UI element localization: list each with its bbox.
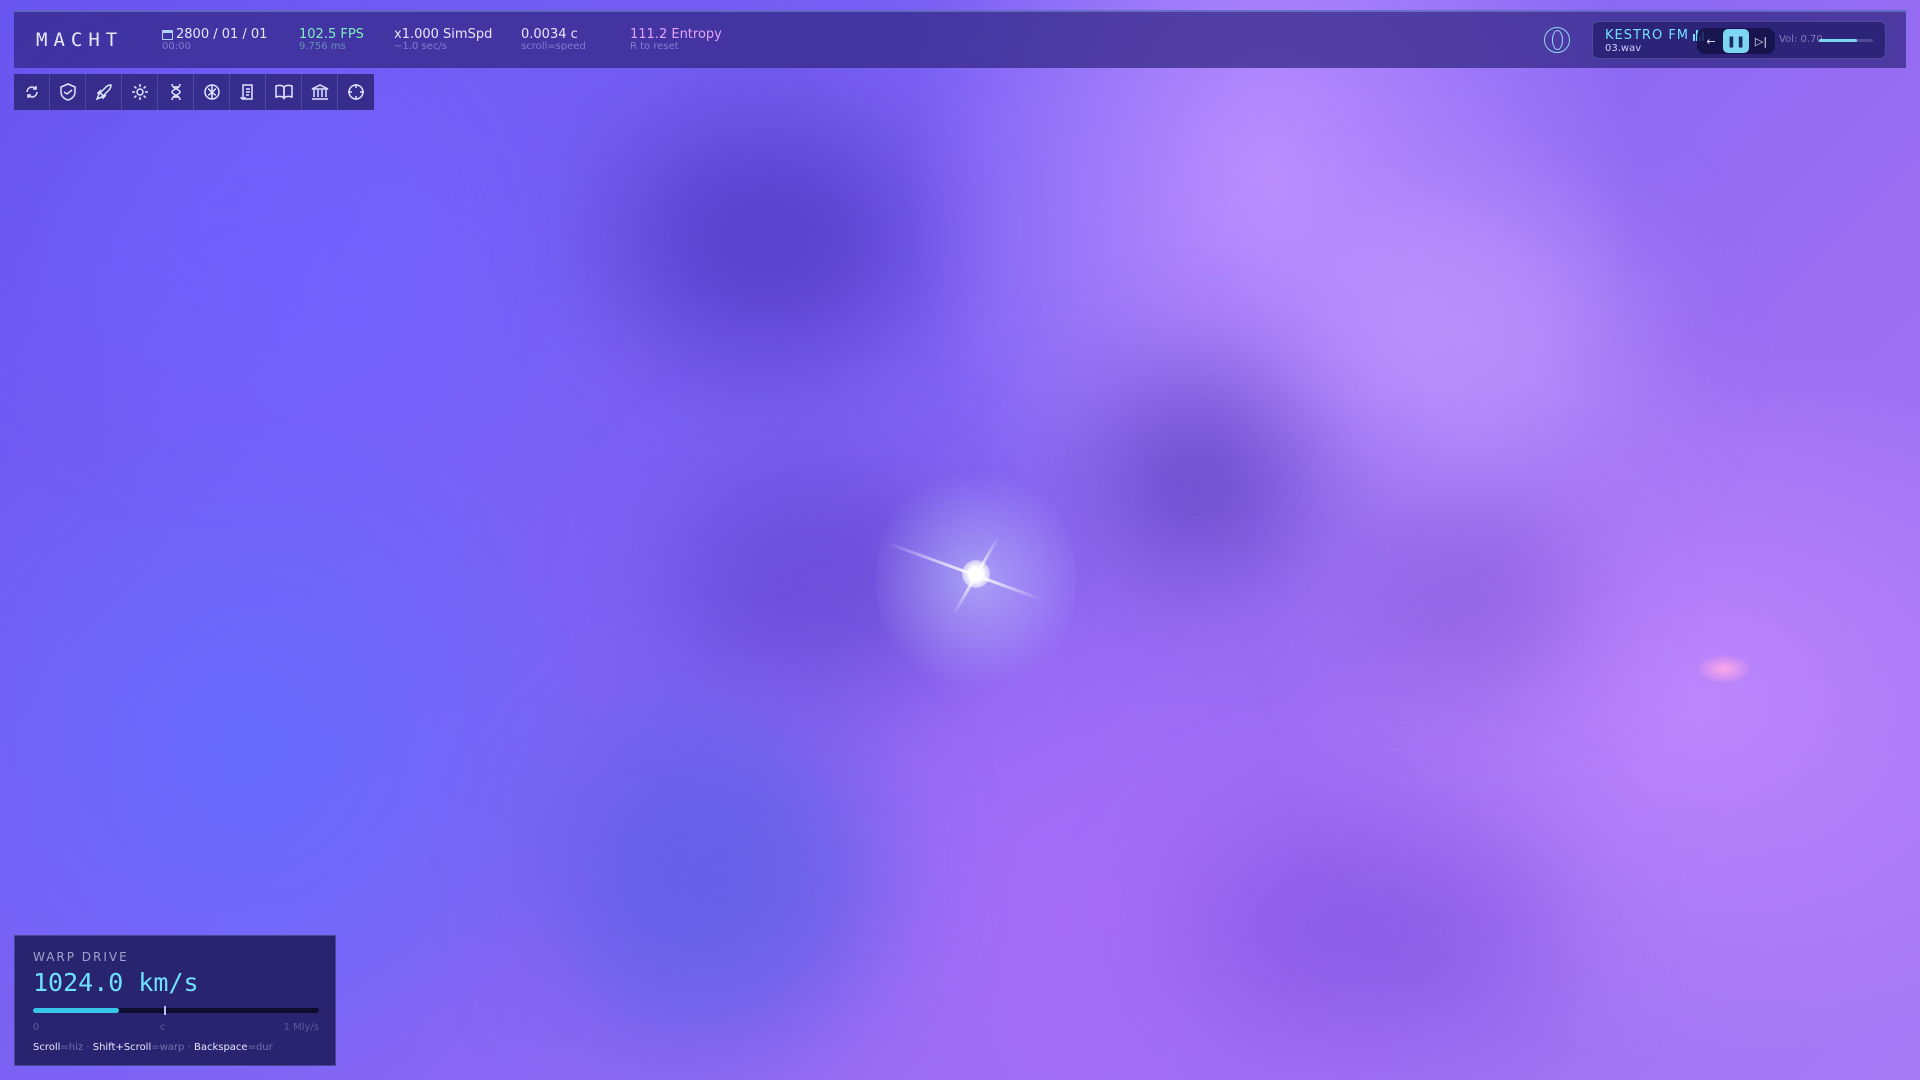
gear-icon[interactable] [122,74,158,110]
warp-speed-value: 1024.0 km/s [33,968,199,997]
velocity-stat: 0.0034 c scroll=speed [521,28,630,52]
date-stat: 2800 / 01 / 01 00:00 [162,28,299,52]
help-desc: =dur [247,1042,273,1053]
help-key: Shift+Scroll [92,1042,152,1053]
prev-icon[interactable]: ← [1701,31,1721,51]
warp-drive-panel: WARP DRIVE 1024.0 km/s 0 c 1 Mly/s Scrol… [14,935,336,1066]
ship-icon[interactable] [86,74,122,110]
warp-title: WARP DRIVE [33,950,129,964]
radio-station: KESTRO FM [1605,28,1690,43]
government-building-icon[interactable] [302,74,338,110]
nebula-cloud [40,100,420,400]
volume-slider[interactable] [1819,39,1873,42]
crosshair-icon[interactable] [338,74,374,110]
entropy-stat: 111.2 Entropy R to reset [630,28,750,52]
warp-speed-slider[interactable] [33,1006,319,1015]
handshake-shield-icon[interactable] [50,74,86,110]
sim-speed-value: x1.000 SimSpd [394,26,493,42]
pause-icon[interactable]: ❚❚ [1723,29,1749,53]
frame-time-value: 9.756 ms [299,40,346,52]
sim-speed-stat: x1.000 SimSpd ~1.0 sec/s [394,28,521,52]
radio-track: 03.wav [1605,43,1642,54]
skip-next-icon[interactable]: ▷| [1751,31,1771,51]
velocity-value: 0.0034 c [521,26,578,42]
warp-scale-min: 0 [33,1022,40,1033]
distant-galaxy[interactable] [1698,655,1750,683]
time-value: 00:00 [162,40,191,52]
help-key: Backspace [193,1042,248,1053]
calendar-icon [162,29,173,40]
sim-speed-sub: ~1.0 sec/s [394,40,447,52]
entropy-value: 111.2 Entropy [630,26,722,42]
dna-icon[interactable] [158,74,194,110]
lightspeed-marker [164,1006,166,1015]
star[interactable] [962,560,990,588]
warp-help-text: Scroll=hiz · Shift+Scroll=warp · Backspa… [33,1042,273,1053]
orbit-refresh-icon[interactable] [14,74,50,110]
brain-icon[interactable] [194,74,230,110]
help-desc: =hiz [60,1042,84,1053]
top-hud-bar: MACHT 2800 / 01 / 01 00:00 102.5 FPS 9.7… [14,10,1906,68]
help-key: Scroll [33,1042,61,1053]
volume-slider-fill [1819,39,1857,42]
globe-icon[interactable] [1544,27,1570,53]
nebula-cloud [620,120,920,360]
date-value: 2800 / 01 / 01 [176,26,268,42]
nebula-cloud [1320,200,1640,480]
entropy-hint: R to reset [630,40,679,52]
help-desc: =warp [151,1042,185,1053]
velocity-hint: scroll=speed [521,40,586,52]
volume-label: Vol: 0.70 [1779,34,1823,45]
warp-scale-mid: c [160,1022,166,1033]
warp-speed-fill [33,1008,119,1013]
nebula-cloud [1180,820,1560,1040]
tool-bar [14,74,374,110]
book-icon[interactable] [266,74,302,110]
radio-player: KESTRO FM 03.wav ← ❚❚ ▷| Vol: 0.70 [1592,21,1886,59]
nebula-cloud [1100,380,1300,580]
scroll-icon[interactable] [230,74,266,110]
fps-value: 102.5 FPS [299,26,364,42]
fps-stat: 102.5 FPS 9.756 ms [299,28,394,52]
nebula-cloud [1360,520,1580,680]
nebula-viewport[interactable] [0,0,1920,1080]
app-logo: MACHT [36,29,124,51]
nebula-cloud [560,720,880,1040]
playback-controls: ← ❚❚ ▷| [1697,28,1775,54]
warp-scale-max: 1 Mly/s [283,1022,319,1033]
